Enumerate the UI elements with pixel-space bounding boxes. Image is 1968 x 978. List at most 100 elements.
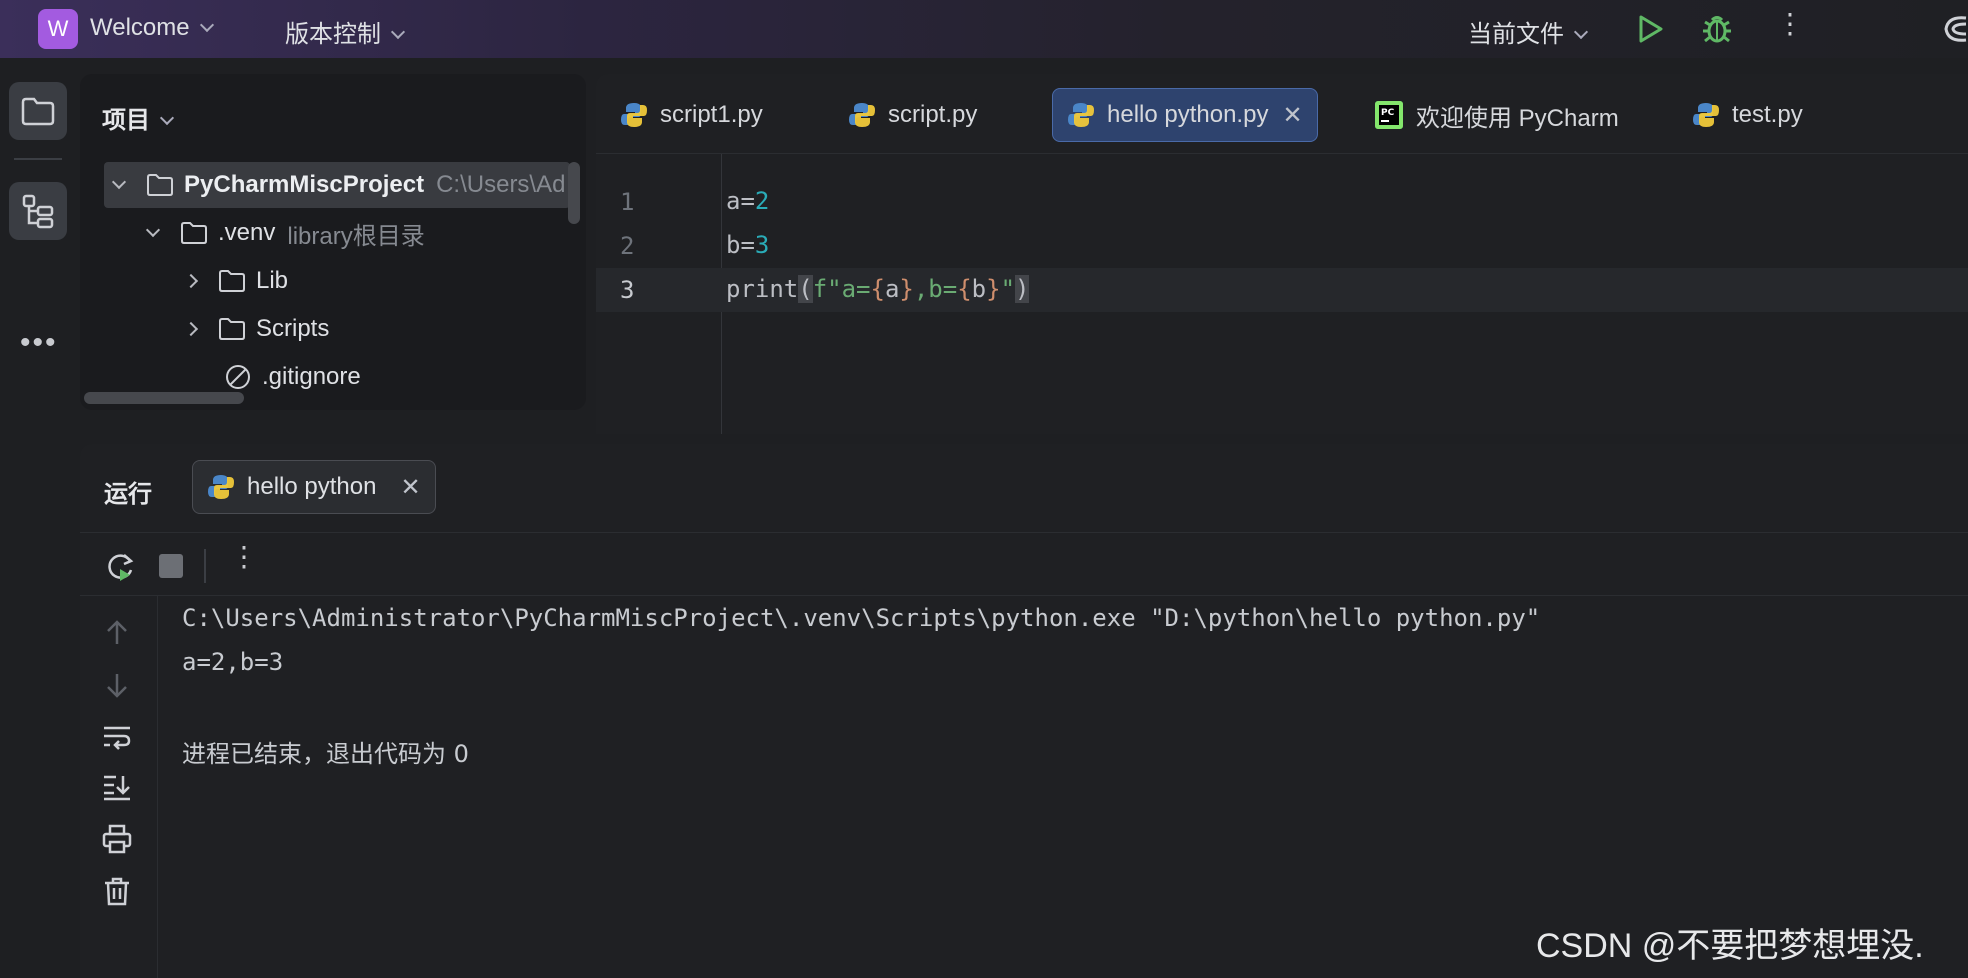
pycharm-icon: PC — [1375, 101, 1403, 129]
ignored-file-icon — [226, 365, 250, 389]
chevron-down-icon — [199, 17, 214, 33]
scroll-down-button[interactable] — [102, 670, 132, 705]
tree-item-venv[interactable]: .venv library根目录 — [145, 210, 425, 256]
soft-wrap-icon — [104, 726, 131, 750]
project-panel: 项目 PyCharmMiscProject C:\Users\Ad .venv … — [80, 74, 586, 410]
project-tool-button[interactable] — [9, 82, 67, 140]
rerun-button[interactable] — [104, 551, 136, 588]
vertical-scrollbar[interactable] — [568, 162, 580, 224]
clear-console-button[interactable] — [102, 876, 132, 911]
run-tab-label: hello python — [247, 473, 377, 500]
tab-script1[interactable]: script1.py — [606, 88, 777, 142]
python-file-icon — [208, 475, 234, 499]
folder-icon — [219, 318, 245, 340]
folder-icon — [181, 222, 207, 244]
tab-label: test.py — [1732, 101, 1803, 128]
print-button[interactable] — [102, 824, 132, 859]
folder-icon — [219, 270, 245, 292]
stop-icon — [159, 554, 183, 578]
bug-icon — [1703, 16, 1731, 43]
stop-button[interactable] — [158, 553, 184, 584]
project-name: Welcome — [90, 14, 190, 41]
python-file-icon — [1068, 103, 1094, 127]
run-toolbar: ⋮ — [80, 532, 1968, 596]
tool-window-strip: ••• — [0, 58, 76, 978]
code-text: b=3 — [726, 231, 770, 259]
editor: script1.py script.py hello python.py ✕ P… — [596, 74, 1968, 434]
close-icon[interactable]: ✕ — [1282, 101, 1302, 130]
vcs-menu[interactable]: 版本控制 — [285, 14, 406, 49]
debug-button[interactable] — [1700, 12, 1734, 51]
chevron-right-icon[interactable] — [183, 273, 199, 289]
trash-icon — [105, 877, 129, 906]
tab-label: script1.py — [660, 101, 763, 128]
code-text: print(f"a={a},b={b}") — [726, 275, 1030, 303]
tab-script[interactable]: script.py — [834, 88, 991, 142]
editor-tabs: script1.py script.py hello python.py ✕ P… — [596, 74, 1968, 154]
more-tools-icon[interactable]: ••• — [20, 326, 58, 360]
vcs-label: 版本控制 — [285, 21, 381, 48]
scroll-up-button[interactable] — [102, 618, 132, 653]
run-button[interactable] — [1637, 14, 1665, 49]
project-panel-title[interactable]: 项目 — [102, 100, 175, 135]
strip-divider — [14, 158, 62, 160]
code-text: a=2 — [726, 187, 770, 215]
python-file-icon — [621, 103, 647, 127]
tab-label: hello python.py — [1107, 101, 1269, 128]
tab-hello-python[interactable]: hello python.py ✕ — [1052, 88, 1318, 142]
console-line: C:\Users\Administrator\PyCharmMiscProjec… — [182, 604, 1541, 632]
tree-item-label: Lib — [256, 267, 289, 294]
run-tab-hello-python[interactable]: hello python ✕ — [192, 460, 436, 514]
code-line[interactable]: 1 a=2 — [596, 180, 1968, 224]
title-bar: W Welcome 版本控制 当前文件 ⋮ — [0, 0, 1968, 58]
python-file-icon — [849, 103, 875, 127]
structure-tool-button[interactable] — [9, 182, 67, 240]
tree-item-hint: library根目录 — [287, 222, 425, 250]
run-config-label: 当前文件 — [1468, 21, 1564, 48]
chevron-down-icon[interactable] — [111, 174, 127, 190]
printer-icon — [102, 824, 132, 854]
console-line: 进程已结束，退出代码为 0 — [182, 740, 469, 768]
tree-item-label: Scripts — [256, 315, 330, 342]
project-badge[interactable]: W — [38, 9, 78, 49]
chevron-down-icon[interactable] — [145, 222, 161, 238]
project-switcher[interactable]: Welcome — [90, 14, 214, 42]
play-icon — [1639, 15, 1663, 43]
tab-test[interactable]: test.py — [1678, 88, 1817, 142]
python-file-icon — [1693, 103, 1719, 127]
tab-welcome-pycharm[interactable]: PC 欢迎使用 PyCharm — [1360, 88, 1633, 142]
code-line[interactable]: 2 b=3 — [596, 224, 1968, 268]
console-line: a=2,b=3 — [182, 648, 284, 676]
chevron-down-icon — [390, 24, 406, 40]
soft-wrap-button[interactable] — [102, 722, 132, 757]
close-icon[interactable]: ✕ — [400, 473, 420, 502]
scroll-to-end-button[interactable] — [102, 772, 132, 807]
arrow-down-icon — [107, 674, 127, 698]
tab-label: script.py — [888, 101, 978, 128]
toolbar-divider — [204, 549, 206, 583]
tree-item-lib[interactable]: Lib — [183, 258, 289, 304]
chevron-right-icon[interactable] — [183, 321, 199, 337]
run-panel-title: 运行 — [104, 481, 152, 508]
run-config-selector[interactable]: 当前文件 — [1468, 14, 1589, 49]
folder-icon — [147, 174, 173, 196]
tree-item-scripts[interactable]: Scripts — [183, 306, 330, 352]
tree-item-label: PyCharmMiscProject — [184, 171, 425, 198]
arrow-up-icon — [107, 620, 127, 644]
chevron-down-icon — [1573, 24, 1589, 40]
rerun-icon — [108, 554, 134, 581]
tree-item-path: C:\Users\Ad — [436, 171, 566, 198]
line-number: 3 — [620, 276, 635, 304]
tree-item-gitignore[interactable]: .gitignore — [224, 354, 361, 400]
more-actions-icon[interactable]: ⋮ — [230, 543, 258, 571]
folder-icon — [21, 97, 55, 126]
code-line-current[interactable]: 3 print(f"a={a},b={b}") — [596, 268, 1968, 312]
ai-assistant-icon[interactable] — [1940, 12, 1968, 51]
line-number: 1 — [620, 188, 635, 216]
tree-item-root[interactable]: PyCharmMiscProject C:\Users\Ad — [104, 162, 570, 208]
horizontal-scrollbar[interactable] — [84, 392, 244, 404]
watermark: CSDN @不要把梦想埋没. — [1536, 927, 1924, 965]
more-actions-icon[interactable]: ⋮ — [1776, 10, 1804, 38]
svg-text:PC: PC — [1381, 108, 1395, 118]
scroll-to-end-icon — [104, 775, 130, 801]
